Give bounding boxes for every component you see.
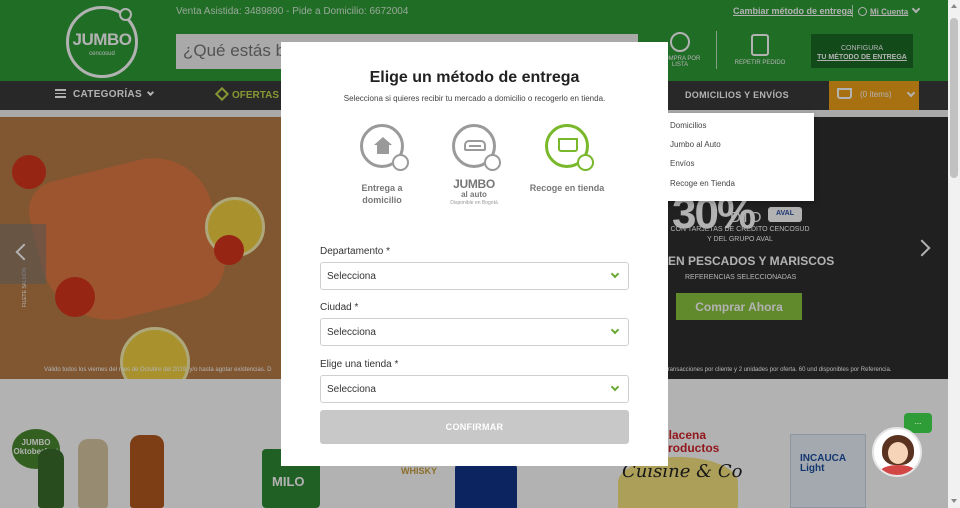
delivery-dropdown: Domicilios Jumbo al Auto Envíos Recoge e… (664, 113, 814, 201)
option-label: Recoge en tienda (529, 183, 605, 193)
delivery-method-modal: Elige un método de entrega Selecciona si… (281, 42, 668, 466)
option-label: al auto (461, 190, 487, 199)
modal-subtitle: Selecciona si quieres recibir tu mercado… (343, 94, 606, 103)
option-jumbo-auto[interactable]: JUMBO al auto Disponible en Bogotá (434, 124, 514, 206)
confirm-button[interactable]: CONFIRMAR (320, 410, 629, 444)
delivery-menu-item[interactable]: Recoge en Tienda (670, 179, 735, 188)
store-value: Selecciona (327, 384, 376, 395)
cart-shape (558, 138, 578, 152)
chevron-down-icon (610, 382, 620, 392)
assistant-avatar[interactable] (872, 427, 922, 477)
delivery-menu-item[interactable]: Jumbo al Auto (670, 140, 721, 149)
city-label: Ciudad * (320, 302, 359, 313)
city-select[interactable]: Selecciona (320, 318, 629, 346)
home-icon (360, 124, 409, 171)
delivery-menu-item[interactable]: Envíos (670, 159, 694, 168)
department-select[interactable]: Selecciona (320, 262, 629, 290)
store-label: Elige una tienda * (320, 359, 399, 370)
scrollbar-thumb[interactable] (950, 18, 958, 178)
page-scrollbar[interactable] (948, 0, 960, 508)
hand-pointer-icon (392, 154, 409, 171)
avatar-face (888, 442, 908, 464)
house-shape (374, 137, 392, 155)
hand-pointer-icon (577, 154, 594, 171)
scroll-up-icon[interactable] (951, 4, 957, 8)
chevron-down-icon (610, 269, 620, 279)
chevron-down-icon (610, 325, 620, 335)
department-label: Departamento * (320, 246, 391, 257)
car-shape (464, 140, 486, 151)
cart-icon (545, 124, 594, 171)
scroll-down-icon[interactable] (951, 499, 957, 503)
option-label: Entrega a domicilio (361, 183, 403, 205)
delivery-menu-item[interactable]: Domicilios (670, 121, 706, 130)
city-value: Selecciona (327, 327, 376, 338)
store-select[interactable]: Selecciona (320, 375, 629, 403)
option-store-pickup[interactable]: Recoge en tienda (527, 124, 607, 194)
option-brand: JUMBO (453, 177, 495, 191)
hand-pointer-icon (484, 154, 501, 171)
car-icon (452, 124, 501, 171)
department-value: Selecciona (327, 271, 376, 282)
modal-title: Elige un método de entrega (369, 69, 580, 86)
option-note: Disponible en Bogotá (450, 200, 498, 206)
option-home-delivery[interactable]: Entrega a domicilio (342, 124, 422, 206)
